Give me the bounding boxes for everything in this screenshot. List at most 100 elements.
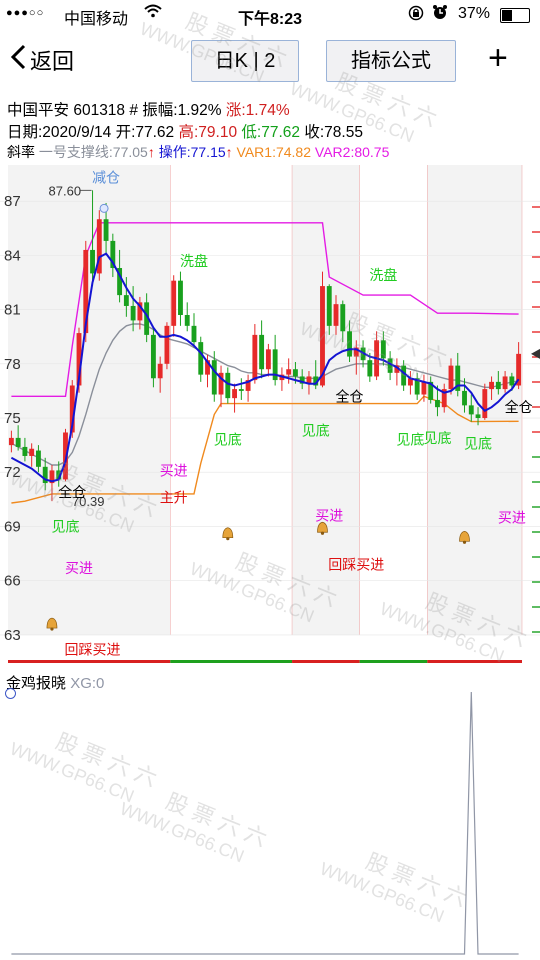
legend-slope: 斜率 — [7, 144, 35, 160]
trend-strip — [292, 660, 360, 663]
legend-var2: VAR2:80.75 — [314, 144, 390, 160]
y-tick-label: 78 — [4, 356, 21, 373]
indicator-legend-row: 斜率 一号支撑线:77.05↑ 操作:77.15↑ VAR1:74.82 VAR… — [7, 142, 389, 162]
signal-label: 见底 — [464, 435, 492, 451]
candle-body — [164, 325, 170, 364]
candle-body — [340, 304, 346, 332]
signal-label: 全仓 — [505, 399, 533, 415]
candle-body — [178, 280, 183, 316]
candle-body — [495, 381, 501, 390]
candle-body — [8, 437, 14, 446]
y-tick-label: 63 — [4, 627, 21, 644]
candle-body — [29, 448, 35, 456]
trend-strip — [427, 660, 522, 663]
candle-body — [211, 360, 217, 395]
candle-body — [482, 389, 488, 419]
candle-body — [475, 414, 481, 419]
trend-strip — [8, 660, 171, 663]
candle-body — [259, 334, 265, 370]
y-tick-label: 66 — [4, 573, 21, 590]
candle-body — [171, 280, 177, 326]
candle-body — [225, 372, 231, 399]
candle-body — [150, 334, 156, 379]
candle-body — [502, 376, 508, 390]
candle-body — [448, 365, 454, 390]
battery-icon — [500, 8, 530, 23]
y-tick-label: 75 — [4, 410, 21, 427]
signal-label: 全仓 — [336, 388, 364, 404]
chevron-left-icon — [10, 44, 26, 72]
legend-support-line: 一号支撑线:77.05 — [38, 144, 148, 160]
stock-code: 601318 — [73, 102, 126, 119]
bell-clapper — [320, 531, 325, 535]
low-price: 低:77.62 — [241, 124, 301, 141]
period-button[interactable]: 日K | 2 — [191, 40, 299, 82]
signal-label: 见底 — [423, 430, 451, 446]
trend-strip — [170, 660, 293, 663]
max-price-label: 87.60 — [49, 183, 82, 198]
kline-chart[interactable]: 63666972757881848787.6070.39减仓洗盘洗盘全仓全仓全仓… — [0, 165, 540, 665]
candle-body — [421, 381, 427, 395]
trend-strip — [359, 660, 428, 663]
signal-label: 见底 — [396, 432, 424, 448]
candle-body — [123, 295, 129, 306]
candle-body — [380, 340, 386, 359]
candle-body — [15, 437, 21, 447]
signal-label: 见底 — [51, 518, 79, 534]
y-tick-label: 72 — [4, 464, 21, 481]
signal-label: 回踩买进 — [328, 556, 384, 572]
nav-bar: 返回 日K | 2 指标公式 + — [0, 30, 540, 90]
candle-body — [130, 305, 136, 321]
candle-body — [326, 286, 332, 326]
battery-percent: 37% — [458, 5, 491, 22]
candle-body — [401, 365, 407, 386]
change-percent: 涨:1.74% — [225, 102, 290, 119]
candle-body — [238, 389, 244, 391]
diamond-marker-icon — [99, 203, 109, 213]
trade-date: 日期:2020/9/14 — [7, 124, 112, 141]
bell-clapper — [50, 627, 54, 631]
candle-body — [286, 369, 292, 375]
candle-body — [232, 389, 238, 399]
signal-label: 买进 — [315, 508, 343, 524]
signal-label: 见底 — [214, 432, 242, 448]
amplitude: # 振幅:1.92% — [129, 102, 222, 119]
close-price: 收:78.55 — [304, 124, 363, 141]
signal-label: 洗盘 — [369, 267, 397, 283]
candle-body — [489, 381, 495, 390]
y-tick-label: 84 — [4, 247, 21, 264]
ohlc-row: 日期:2020/9/14 开:77.62 高:79.10 低:77.62 收:7… — [7, 120, 363, 142]
settings-circle-icon[interactable] — [5, 688, 16, 699]
bell-clapper — [226, 537, 230, 541]
candle-body — [435, 399, 440, 408]
candle-body — [292, 369, 298, 377]
candle-body — [198, 342, 204, 375]
y-tick-label: 69 — [4, 518, 21, 535]
candle-body — [265, 349, 271, 370]
candle-body — [509, 376, 515, 386]
open-price: 开:77.62 — [115, 124, 175, 141]
signal-label: 主升 — [160, 490, 188, 506]
bell-clapper — [462, 540, 467, 544]
candle-body — [22, 446, 28, 456]
stock-name: 中国平安 — [7, 102, 70, 119]
indicator-formula-button[interactable]: 指标公式 — [326, 40, 456, 82]
signal-label: 买进 — [498, 509, 526, 525]
add-icon[interactable]: + — [488, 38, 508, 78]
y-tick-label: 87 — [4, 193, 21, 210]
legend-var1: VAR1:74.82 — [236, 144, 312, 160]
rotation-lock-icon — [408, 5, 424, 24]
background-band — [170, 165, 293, 635]
indicator-subchart[interactable] — [0, 666, 540, 958]
subchart-background — [0, 666, 540, 958]
signal-label: 见底 — [302, 423, 330, 439]
candle-body — [184, 315, 190, 326]
back-button[interactable]: 返回 — [10, 44, 74, 76]
candle-body — [157, 363, 163, 379]
candle-body — [103, 219, 109, 241]
candle-body — [191, 325, 197, 343]
high-price: 高:79.10 — [178, 124, 238, 141]
candle-body — [462, 390, 467, 406]
candle-body — [252, 334, 258, 381]
candle-body — [468, 405, 474, 415]
